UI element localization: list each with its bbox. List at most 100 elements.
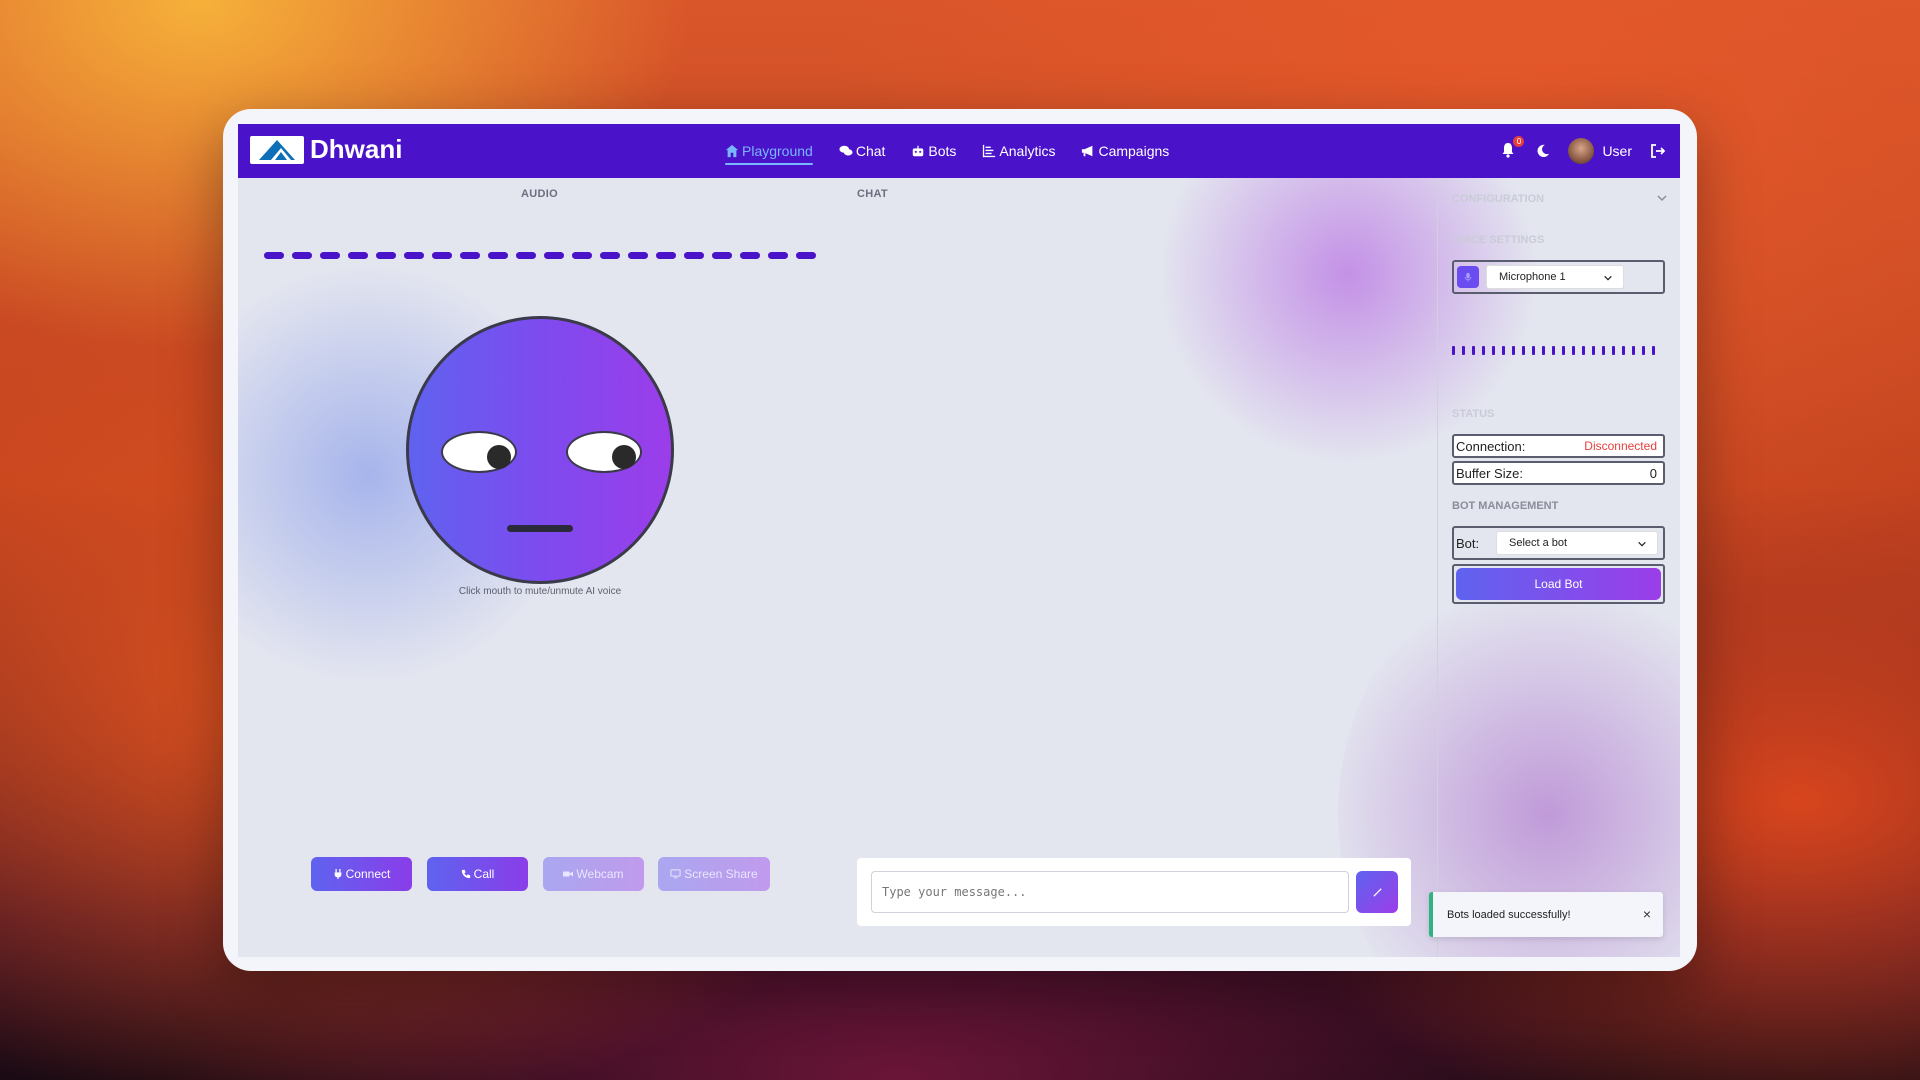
buffer-size-row: Buffer Size: 0 <box>1452 461 1665 485</box>
chat-composer: Type your message... <box>857 858 1411 926</box>
waveform-bar <box>796 252 816 259</box>
status-title: STATUS <box>1452 408 1495 420</box>
nav-playground[interactable]: Playground <box>725 124 813 178</box>
waveform-bar <box>628 252 648 259</box>
logout-icon[interactable] <box>1650 143 1666 159</box>
webcam-label: Webcam <box>576 867 624 881</box>
level-bar <box>1652 346 1655 355</box>
connect-label: Connect <box>345 867 391 881</box>
nav-label: Campaigns <box>1098 143 1170 159</box>
bot-select-row: Bot: Select a bot <box>1452 526 1665 560</box>
webcam-button[interactable]: Webcam <box>543 857 644 891</box>
waveform-bar <box>684 252 704 259</box>
app-window: Dhwani Playground Chat Bots Analytics Ca… <box>238 124 1680 957</box>
level-bar <box>1522 346 1525 355</box>
level-bar <box>1562 346 1565 355</box>
configuration-title[interactable]: CONFIGURATION <box>1452 193 1544 205</box>
moon-icon[interactable] <box>1536 144 1550 158</box>
monitor-icon <box>670 869 681 879</box>
phone-icon <box>461 869 470 879</box>
send-button[interactable] <box>1356 871 1398 913</box>
waveform-bar <box>264 252 284 259</box>
level-bar <box>1512 346 1515 355</box>
level-bar <box>1472 346 1475 355</box>
level-bar <box>1592 346 1595 355</box>
left-pupil <box>487 445 511 469</box>
robot-icon <box>913 145 924 157</box>
microphone-icon <box>1457 266 1479 288</box>
left-eye <box>441 431 517 473</box>
send-icon <box>1372 887 1382 897</box>
waveform-bar <box>348 252 368 259</box>
nav-analytics[interactable]: Analytics <box>982 124 1055 178</box>
buffer-label: Buffer Size: <box>1456 465 1523 481</box>
connection-label: Connection: <box>1456 438 1526 454</box>
load-bot-button[interactable]: Load Bot <box>1456 568 1661 600</box>
comments-icon <box>839 145 853 156</box>
nav-campaigns[interactable]: Campaigns <box>1081 124 1169 178</box>
message-input[interactable]: Type your message... <box>871 871 1349 913</box>
notifications-button[interactable]: 0 <box>1500 136 1525 160</box>
level-bar <box>1552 346 1555 355</box>
toast-notification: Bots loaded successfully! × <box>1429 892 1663 937</box>
call-button[interactable]: Call <box>427 857 528 891</box>
face-caption: Click mouth to mute/unmute AI voice <box>458 586 622 597</box>
level-bar <box>1482 346 1485 355</box>
connect-button[interactable]: Connect <box>311 857 412 891</box>
chevron-down-icon <box>1638 541 1646 547</box>
bot-management-title: BOT MANAGEMENT <box>1452 500 1559 512</box>
level-bar <box>1532 346 1535 355</box>
mute-toggle-mouth[interactable] <box>507 525 573 532</box>
ai-avatar-face <box>406 316 674 584</box>
nav-bots[interactable]: Bots <box>911 124 956 178</box>
waveform-bar <box>600 252 620 259</box>
waveform-bar <box>656 252 676 259</box>
level-bar <box>1542 346 1545 355</box>
bot-select[interactable]: Select a bot <box>1496 531 1658 555</box>
bot-select-value: Select a bot <box>1509 537 1568 549</box>
megaphone-icon <box>1082 145 1093 157</box>
right-pupil <box>612 445 636 469</box>
toast-message: Bots loaded successfully! <box>1447 908 1571 921</box>
right-eye <box>566 431 642 473</box>
logo-mountain-icon <box>259 140 295 160</box>
microphone-value: Microphone 1 <box>1499 271 1566 283</box>
level-bar <box>1492 346 1495 355</box>
screen-share-button[interactable]: Screen Share <box>658 857 770 891</box>
waveform-bar <box>740 252 760 259</box>
nav-label: Analytics <box>999 143 1056 159</box>
microphone-select[interactable]: Microphone 1 <box>1486 265 1624 289</box>
nav-label: Chat <box>855 143 886 159</box>
brand-logo[interactable] <box>250 136 304 164</box>
mic-level-meter <box>1452 346 1655 355</box>
waveform-bar <box>320 252 340 259</box>
brand-name[interactable]: Dhwani <box>310 134 402 165</box>
user-menu[interactable]: User <box>1568 138 1632 164</box>
waveform-bar <box>544 252 564 259</box>
level-bar <box>1642 346 1645 355</box>
nav-chat[interactable]: Chat <box>839 124 886 178</box>
top-navbar: Dhwani Playground Chat Bots Analytics Ca… <box>238 124 1680 178</box>
chat-section-label: CHAT <box>857 188 888 200</box>
level-bar <box>1462 346 1465 355</box>
level-bar <box>1612 346 1615 355</box>
waveform-bar <box>572 252 592 259</box>
config-sidebar: CONFIGURATION VOICE SETTINGS Microphone … <box>1437 178 1680 957</box>
main-nav: Playground Chat Bots Analytics Campaigns <box>725 124 1169 178</box>
chevron-down-icon <box>1604 275 1612 281</box>
chevron-down-icon[interactable] <box>1656 192 1668 204</box>
screen-share-label: Screen Share <box>684 867 758 881</box>
waveform-bar <box>432 252 452 259</box>
home-icon <box>725 144 739 158</box>
chart-icon <box>983 144 996 158</box>
microphone-row: Microphone 1 <box>1452 260 1665 294</box>
close-icon[interactable]: × <box>1643 906 1651 922</box>
waveform-bar <box>712 252 732 259</box>
level-bar <box>1582 346 1585 355</box>
level-bar <box>1602 346 1605 355</box>
level-bar <box>1572 346 1575 355</box>
video-icon <box>563 871 574 877</box>
bot-label: Bot: <box>1456 536 1480 551</box>
waveform-bar <box>376 252 396 259</box>
audio-waveform <box>264 252 816 259</box>
